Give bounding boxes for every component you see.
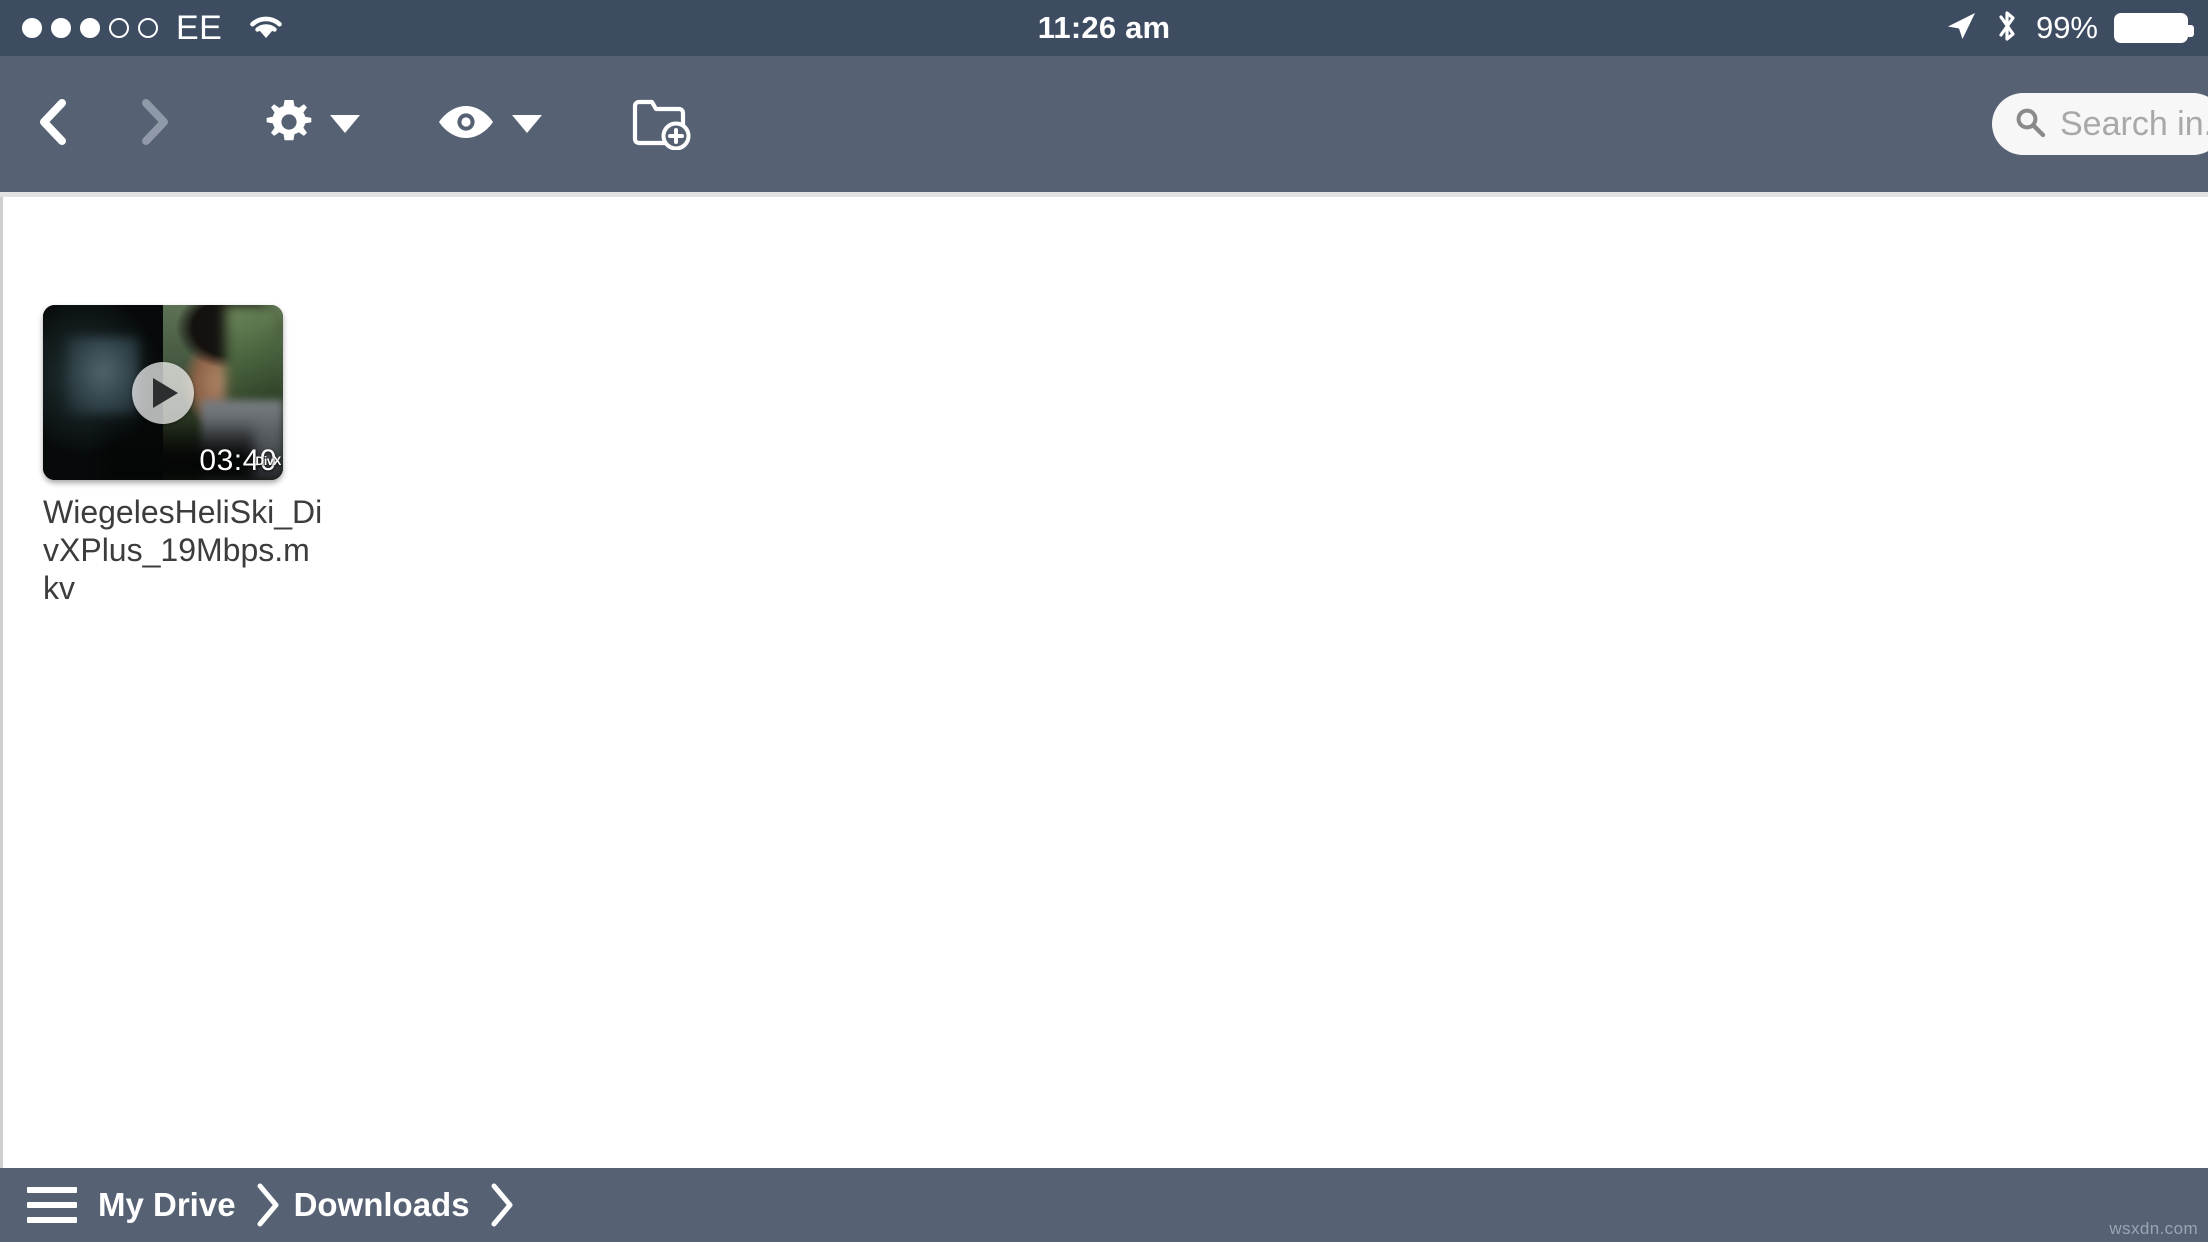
wifi-icon <box>246 11 286 46</box>
status-bar-right: 99% <box>1944 0 2194 56</box>
signal-dot-1 <box>22 18 42 38</box>
hamburger-menu-icon[interactable] <box>0 1187 96 1223</box>
toolbar <box>0 56 2208 192</box>
eye-icon <box>436 101 496 148</box>
breadcrumb-chevron-right-icon-1 <box>252 1181 282 1229</box>
bluetooth-icon <box>1994 8 2020 49</box>
search-icon <box>2014 106 2046 143</box>
breadcrumb-item-my-drive[interactable]: My Drive <box>96 1186 238 1224</box>
search-input[interactable] <box>2060 104 2208 144</box>
play-triangle <box>153 377 178 408</box>
watermark-label: wsxdn.com <box>2109 1219 2198 1238</box>
breadcrumb: My Drive Downloads <box>96 1181 526 1229</box>
settings-caret-down-icon <box>330 115 360 133</box>
breadcrumb-chevron-right-icon-2 <box>486 1181 516 1229</box>
battery-full-icon <box>2114 13 2194 43</box>
signal-dot-5 <box>138 18 158 38</box>
forward-button[interactable] <box>106 56 202 192</box>
breadcrumb-bar: My Drive Downloads wsxdn.com <box>0 1168 2208 1242</box>
app-window: EE 11:26 am 99% Search in... 03:40 DivX … <box>0 0 2208 1242</box>
signal-dot-4 <box>109 18 129 38</box>
divx-badge: DivX <box>255 454 282 468</box>
signal-dot-3 <box>80 18 100 38</box>
folder-add-icon <box>630 94 692 155</box>
back-button[interactable] <box>0 56 106 192</box>
video-thumbnail[interactable]: 03:40 DivX <box>43 305 283 480</box>
file-item[interactable]: 03:40 DivX WiegelesHeliSki_DivXPlus_19Mb… <box>43 305 343 607</box>
signal-dot-2 <box>51 18 71 38</box>
cellular-signal-dots <box>22 18 158 38</box>
chevron-right-icon <box>131 95 177 154</box>
new-folder-button[interactable] <box>630 94 692 155</box>
file-browser-content: 03:40 DivX WiegelesHeliSki_DivXPlus_19Mb… <box>0 197 2208 1168</box>
settings-menu-button[interactable] <box>264 97 360 152</box>
search-field[interactable] <box>1992 93 2208 155</box>
status-bar-clock: 11:26 am <box>1037 10 1171 45</box>
status-bar: EE 11:26 am 99% <box>0 0 2208 56</box>
location-arrow-icon <box>1944 9 1978 48</box>
carrier-label: EE <box>176 9 223 47</box>
gear-icon <box>264 97 314 152</box>
status-bar-left: EE <box>0 11 286 46</box>
battery-percent-label: 99% <box>2035 10 2098 45</box>
chevron-left-icon <box>30 95 76 154</box>
breadcrumb-item-downloads[interactable]: Downloads <box>292 1186 472 1224</box>
file-grid: 03:40 DivX WiegelesHeliSki_DivXPlus_19Mb… <box>3 197 2208 607</box>
file-name-label: WiegelesHeliSki_DivXPlus_19Mbps.mkv <box>43 494 323 606</box>
play-icon[interactable] <box>132 361 194 424</box>
view-caret-down-icon <box>512 115 542 133</box>
view-options-button[interactable] <box>436 101 542 148</box>
